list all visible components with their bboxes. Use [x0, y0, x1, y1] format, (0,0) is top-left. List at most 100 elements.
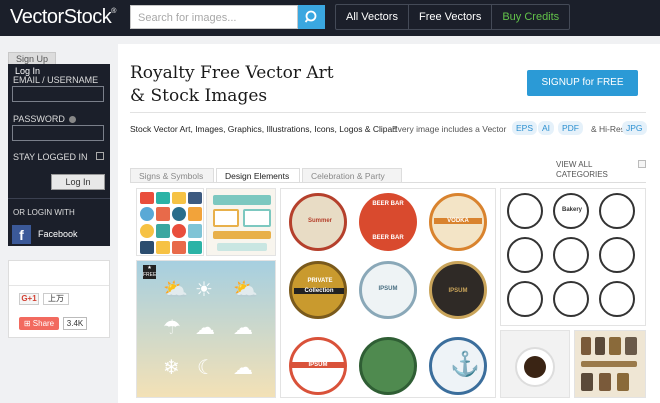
vector-note: Every image includes a Vector [392, 124, 507, 134]
facebook-login-link[interactable]: Facebook [38, 229, 78, 239]
google-plus-button[interactable]: G+1 [19, 293, 39, 305]
moon-icon: ☾ [197, 357, 215, 379]
cloud-sun-icon: ⛅ [163, 279, 188, 301]
cloud-icon: ☁ [195, 317, 215, 339]
badge-shape: PRIVATE Collection [289, 261, 347, 319]
all-vectors-button[interactable]: All Vectors [336, 5, 409, 29]
badge-text: IPSUM [378, 286, 398, 292]
tab-signs-symbols[interactable]: Signs & Symbols [130, 168, 214, 182]
divider [130, 182, 646, 183]
divider [9, 285, 109, 286]
cloud-icon: ☁ [233, 317, 253, 339]
image-thumbnail[interactable] [574, 330, 646, 398]
image-thumbnail[interactable]: Bakery [500, 188, 646, 326]
search-icon [304, 10, 317, 23]
sticker-shape [188, 207, 202, 221]
image-thumbnail[interactable] [500, 330, 570, 398]
badge-shape: Bakery [553, 193, 589, 229]
stay-logged-in-checkbox[interactable] [96, 152, 104, 160]
badge-text: BEER BAR [372, 235, 404, 241]
password-label-text: PASSWORD [13, 114, 65, 124]
badge-shape: BEER BAR BEER BAR [359, 193, 417, 251]
badge-shape: Summer [289, 193, 347, 251]
image-thumbnail[interactable]: ★ FREE ⛅ ☀ ⛅ ☂ ☁ ☁ ❄ ☾ ☁ [136, 260, 276, 398]
password-label: PASSWORD [13, 114, 76, 124]
badge-text: Summer [307, 218, 332, 224]
share-button[interactable]: ⊞ Share [19, 317, 59, 330]
help-icon[interactable] [68, 116, 76, 124]
cloud-sun-icon: ⛅ [233, 279, 258, 301]
email-label: EMAIL / USERNAME [13, 75, 99, 85]
cloud-moon-icon: ☁ [233, 357, 253, 379]
free-badge: ★ FREE [143, 265, 157, 279]
mug-shape [599, 373, 611, 391]
badge-text: IPSUM [292, 362, 344, 368]
header-nav: All Vectors Free Vectors Buy Credits [335, 4, 571, 30]
rain-cloud-icon: ☂ [163, 317, 181, 339]
badge-shape: IPSUM [359, 261, 417, 319]
sticker-shape [188, 241, 202, 254]
snow-icon: ❄ [163, 357, 180, 379]
signup-free-button[interactable]: SIGNUP for FREE [527, 70, 638, 96]
vectorstock-logo[interactable]: VectorStock® [10, 6, 116, 29]
buy-credits-button[interactable]: Buy Credits [492, 5, 569, 29]
anchor-badge-shape: ⚓ [429, 337, 487, 395]
ribbon-shape [213, 195, 271, 205]
ribbon-shape [217, 243, 267, 251]
badge-shape [599, 193, 635, 229]
sticker-shape [156, 207, 170, 221]
coffee-cup-shape [515, 347, 555, 387]
image-thumbnail[interactable] [206, 188, 276, 256]
logo-text: VectorStock [10, 6, 112, 28]
logo-registered-mark: ® [111, 8, 116, 15]
format-badge-ai: AI [538, 121, 555, 135]
sun-icon: ☀ [195, 279, 213, 301]
badge-text: PRIVATE [307, 278, 333, 284]
subheading: Stock Vector Art, Images, Graphics, Illu… [130, 124, 398, 134]
stay-logged-in-label: STAY LOGGED IN [13, 152, 88, 162]
tab-design-elements[interactable]: Design Elements [216, 168, 300, 182]
bottle-shape [581, 373, 593, 391]
sticker-shape [188, 192, 202, 204]
badge-text: VODKA [434, 218, 482, 224]
sticker-shape [172, 192, 186, 204]
sticker-shape [156, 241, 170, 254]
badge-shape [507, 281, 543, 317]
search-input[interactable]: Search for images... [130, 5, 298, 29]
scroll-up-button[interactable] [638, 160, 646, 168]
view-all-categories-link[interactable]: VIEW ALL CATEGORIES [556, 160, 608, 180]
bottle-shape [617, 373, 629, 391]
social-share-panel: G+1 上万 ⊞ Share 3.4K [8, 260, 110, 338]
sticker-shape [140, 241, 154, 254]
frame-shape [243, 209, 271, 227]
sticker-shape [140, 192, 154, 204]
login-button[interactable]: Log In [51, 174, 105, 190]
email-field[interactable] [12, 86, 104, 102]
title-line-1: Royalty Free Vector Art [130, 63, 334, 83]
sticker-shape [172, 207, 186, 221]
or-login-with-label: OR LOGIN WITH [13, 208, 75, 217]
free-vectors-button[interactable]: Free Vectors [409, 5, 493, 29]
password-field[interactable] [12, 125, 104, 141]
badge-shape [599, 237, 635, 273]
google-plus-count: 上万 [43, 293, 69, 305]
format-badge-jpg: JPG [622, 121, 647, 135]
image-thumbnail[interactable]: Summer BEER BAR BEER BAR VODKA PRIVATE C… [280, 188, 496, 398]
badge-text: Bakery [561, 207, 582, 213]
badge-shape: IPSUM [289, 337, 347, 395]
facebook-icon[interactable]: f [12, 225, 31, 244]
sticker-shape [172, 224, 186, 238]
badge-shape: IPSUM [429, 261, 487, 319]
sticker-shape [156, 224, 170, 238]
share-button-label: Share [32, 319, 55, 328]
format-badge-pdf: PDF [558, 121, 583, 135]
image-thumbnail[interactable] [136, 188, 204, 256]
divider [8, 198, 110, 199]
view-all-line-1: VIEW ALL [556, 160, 593, 169]
bottle-shape [581, 337, 591, 355]
badge-shape [553, 281, 589, 317]
divider [130, 112, 646, 113]
search-button[interactable] [298, 5, 325, 29]
tab-celebration-party[interactable]: Celebration & Party [302, 168, 402, 182]
sticker-shape [188, 224, 202, 238]
